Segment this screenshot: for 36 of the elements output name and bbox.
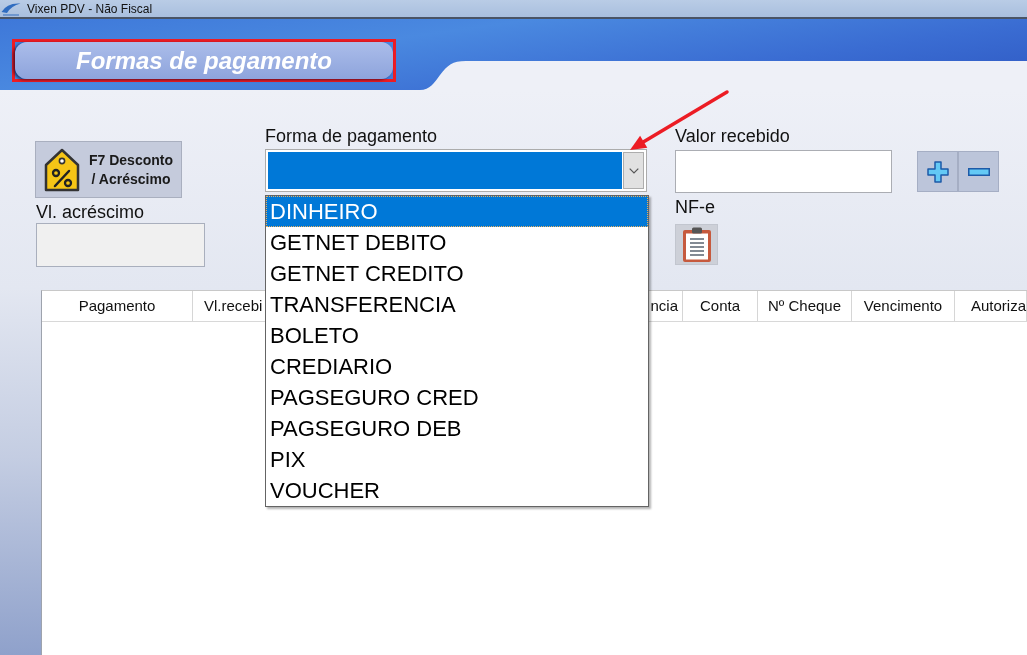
window-title: Vixen PDV - Não Fiscal — [27, 1, 153, 16]
payment-method-dropdown[interactable] — [265, 149, 647, 192]
column-header: Nº Cheque — [768, 297, 841, 315]
dropdown-option[interactable]: PIX — [266, 444, 648, 475]
column-header: Vl.recebi — [204, 297, 263, 315]
dropdown-option[interactable]: PAGSEGURO DEB — [266, 413, 648, 444]
dropdown-option[interactable]: GETNET DEBITO — [266, 227, 648, 258]
discount-button[interactable]: F7 Desconto / Acréscimo — [35, 141, 182, 198]
column-header: ncia — [650, 297, 678, 315]
add-button[interactable] — [917, 151, 958, 192]
dropdown-option[interactable]: TRANSFERENCIA — [266, 289, 648, 320]
logo-icon — [1, 1, 21, 16]
amount-field[interactable] — [675, 150, 892, 193]
percent-tag-icon — [44, 147, 80, 192]
field-label: Forma de pagamento — [265, 126, 438, 147]
field-label: Valor recebido — [675, 126, 790, 147]
dropdown-option[interactable]: CREDIARIO — [266, 351, 648, 382]
dropdown-option[interactable]: DINHEIRO — [266, 196, 648, 227]
surcharge-field[interactable] — [36, 223, 205, 267]
column-header: Vencimento — [863, 297, 943, 315]
nfe-button[interactable] — [675, 224, 718, 265]
dropdown-option[interactable]: GETNET CREDITO — [266, 258, 648, 289]
minus-icon — [967, 167, 990, 176]
column-header: Conta — [700, 297, 740, 315]
field-label: NF-e — [675, 197, 715, 218]
column-header: Autoriza — [971, 297, 1027, 315]
column-header: Pagamento — [78, 297, 156, 315]
dropdown-option[interactable]: PAGSEGURO CRED — [266, 382, 648, 413]
dropdown-option[interactable]: BOLETO — [266, 320, 648, 351]
plus-icon — [926, 160, 949, 183]
clipboard-icon — [681, 226, 712, 263]
dropdown-option[interactable]: VOUCHER — [266, 475, 648, 506]
section-title: Formas de pagamento — [15, 42, 393, 79]
field-label: Vl. acréscimo — [36, 202, 145, 223]
chevron-down-icon — [628, 167, 639, 174]
remove-button[interactable] — [958, 151, 999, 192]
